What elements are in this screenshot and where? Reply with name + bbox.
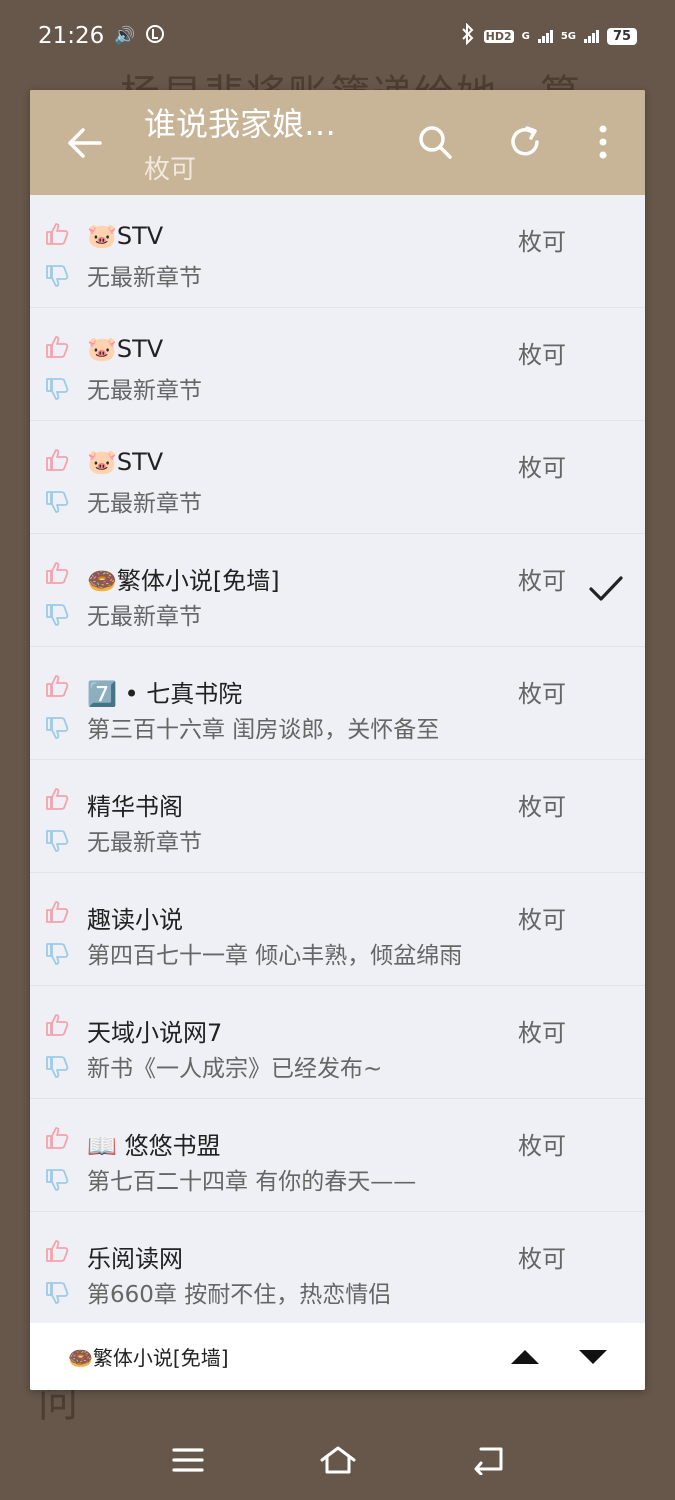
thumb-down-icon[interactable] — [44, 489, 70, 515]
list-item[interactable]: 精华书阁 无最新章节 枚可 — [30, 760, 645, 873]
source-name: 🐷STV — [87, 335, 164, 363]
thumb-up-icon[interactable] — [44, 1125, 70, 1151]
signal-icon — [537, 29, 553, 43]
source-latest-chapter: 第四百七十一章 倾心丰熟，倾盆绵雨 — [87, 943, 463, 969]
thumb-up-icon[interactable] — [44, 673, 70, 699]
thumb-up-icon[interactable] — [44, 1012, 70, 1038]
source-author: 枚可 — [518, 1245, 566, 1273]
source-latest-chapter: 无最新章节 — [87, 378, 202, 404]
check-icon — [588, 574, 628, 608]
source-latest-chapter: 第七百二十四章 有你的春天—— — [87, 1169, 417, 1195]
menu-icon[interactable] — [166, 1440, 210, 1480]
scroll-up-button[interactable] — [505, 1341, 545, 1373]
thumb-down-icon[interactable] — [44, 828, 70, 854]
source-latest-chapter: 无最新章节 — [87, 491, 202, 517]
thumb-down-icon[interactable] — [44, 263, 70, 289]
thumb-up-icon[interactable] — [44, 447, 70, 473]
source-name: 乐阅读网 — [87, 1245, 183, 1273]
back-nav-icon[interactable] — [466, 1440, 510, 1480]
book-author: 枚可 — [144, 155, 197, 185]
volume-icon: 🔊 — [114, 26, 136, 46]
thumb-down-icon[interactable] — [44, 1054, 70, 1080]
thumb-up-icon[interactable] — [44, 560, 70, 586]
home-icon[interactable] — [316, 1440, 360, 1480]
source-list[interactable]: 🐷STV 无最新章节 枚可 🐷STV 无最新章节 枚可 🐷STV 无最新章节 枚… — [30, 195, 645, 1323]
source-name: 📖 悠悠书盟 — [87, 1132, 221, 1160]
source-author: 枚可 — [518, 1132, 566, 1160]
source-name: 天域小说网7 — [87, 1019, 223, 1047]
net-g-label: G — [521, 30, 530, 42]
status-time: 21:26 — [38, 23, 105, 49]
list-item[interactable]: 7️⃣ • 七真书院 第三百十六章 闺房谈郎，关怀备至 枚可 — [30, 647, 645, 760]
signal-icon-2 — [584, 29, 599, 43]
thumb-up-icon[interactable] — [44, 899, 70, 925]
source-author: 枚可 — [518, 906, 566, 934]
thumb-down-icon[interactable] — [44, 376, 70, 402]
source-author: 枚可 — [518, 1019, 566, 1047]
system-nav-bar — [0, 1420, 675, 1500]
book-title: 谁说我家娘… — [144, 105, 337, 143]
thumb-up-icon[interactable] — [44, 334, 70, 360]
list-item[interactable]: 🐷STV 无最新章节 枚可 — [30, 195, 645, 308]
thumb-down-icon[interactable] — [44, 1280, 70, 1306]
thumb-down-icon[interactable] — [44, 715, 70, 741]
thumb-up-icon[interactable] — [44, 786, 70, 812]
thumb-down-icon[interactable] — [44, 1167, 70, 1193]
net-5g-label: 5G — [560, 30, 576, 42]
source-latest-chapter: 无最新章节 — [87, 604, 202, 630]
current-source-label[interactable]: 🍩繁体小说[免墙] — [68, 1342, 229, 1371]
source-latest-chapter: 无最新章节 — [87, 265, 202, 291]
source-author: 枚可 — [518, 567, 566, 595]
source-name: 🍩繁体小说[免墙] — [87, 567, 280, 595]
source-author: 枚可 — [518, 341, 566, 369]
source-latest-chapter: 无最新章节 — [87, 830, 202, 856]
scroll-down-button[interactable] — [573, 1341, 613, 1373]
source-author: 枚可 — [518, 228, 566, 256]
bluetooth-icon — [460, 22, 476, 49]
list-item[interactable]: 乐阅读网 第660章 按耐不住，热恋情侣 枚可 — [30, 1212, 645, 1323]
hd-badge: HD2 — [483, 29, 514, 43]
list-item[interactable]: 🐷STV 无最新章节 枚可 — [30, 308, 645, 421]
source-author: 枚可 — [518, 793, 566, 821]
current-source-bar: 🍩繁体小说[免墙] — [30, 1323, 645, 1390]
list-item[interactable]: 天域小说网7 新书《一人成宗》已经发布~ 枚可 — [30, 986, 645, 1099]
change-source-dialog: 谁说我家娘… 枚可 🐷STV 无最新章节 枚可 🐷STV 无最新章节 枚可 🐷S… — [30, 90, 645, 1390]
thumb-down-icon[interactable] — [44, 941, 70, 967]
source-name: 趣读小说 — [87, 906, 183, 934]
source-name: 精华书阁 — [87, 793, 183, 821]
source-author: 枚可 — [518, 680, 566, 708]
list-item[interactable]: 📖 悠悠书盟 第七百二十四章 有你的春天—— 枚可 — [30, 1099, 645, 1212]
search-icon[interactable] — [410, 117, 460, 167]
source-author: 枚可 — [518, 454, 566, 482]
source-name: 7️⃣ • 七真书院 — [87, 680, 243, 708]
refresh-icon[interactable] — [500, 117, 550, 167]
source-name: 🐷STV — [87, 222, 164, 250]
source-latest-chapter: 第660章 按耐不住，热恋情侣 — [87, 1282, 392, 1308]
source-latest-chapter: 第三百十六章 闺房谈郎，关怀备至 — [87, 717, 440, 743]
thumb-up-icon[interactable] — [44, 1238, 70, 1264]
more-vertical-icon[interactable] — [578, 117, 628, 167]
back-arrow-icon[interactable] — [60, 118, 110, 168]
thumb-down-icon[interactable] — [44, 602, 70, 628]
list-item[interactable]: 🐷STV 无最新章节 枚可 — [30, 421, 645, 534]
list-item[interactable]: 趣读小说 第四百七十一章 倾心丰熟，倾盆绵雨 枚可 — [30, 873, 645, 986]
source-latest-chapter: 新书《一人成宗》已经发布~ — [87, 1056, 383, 1082]
dialog-toolbar: 谁说我家娘… 枚可 — [30, 90, 645, 195]
battery-icon: 75 — [607, 27, 637, 45]
source-name: 🐷STV — [87, 448, 164, 476]
thumb-up-icon[interactable] — [44, 221, 70, 247]
data-saver-icon — [145, 24, 165, 49]
list-item-selected[interactable]: 🍩繁体小说[免墙] 无最新章节 枚可 — [30, 534, 645, 647]
